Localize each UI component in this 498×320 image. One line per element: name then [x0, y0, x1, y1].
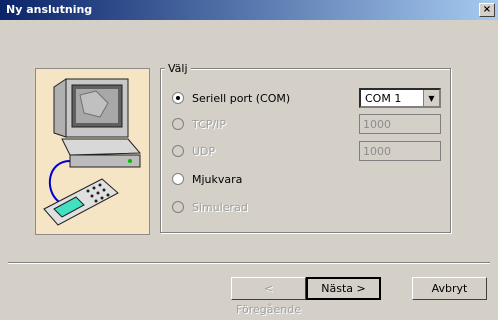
chevron-down-icon[interactable]: ▼	[423, 90, 439, 106]
separator	[8, 262, 490, 264]
option-serial-port-label: Seriell port (COM)	[192, 91, 291, 105]
group-label: Välj	[165, 62, 191, 75]
com-port-value: COM 1	[365, 92, 402, 105]
cancel-button[interactable]: Avbryt	[412, 277, 487, 300]
option-mjukvara[interactable]: Mjukvara	[172, 171, 242, 187]
option-udp[interactable]: UDP	[172, 143, 215, 159]
option-simulerad[interactable]: Simulerad	[172, 199, 248, 215]
option-udp-label: UDP	[192, 144, 216, 158]
tcp-port-field[interactable]: 1000	[359, 114, 441, 134]
next-button[interactable]: Nästa >	[306, 277, 381, 300]
option-mjukvara-label: Mjukvara	[192, 172, 243, 186]
computer-illustration	[35, 68, 150, 235]
radio-simulerad[interactable]	[172, 201, 184, 213]
computer-remote-icon	[43, 78, 142, 226]
radio-serial-port[interactable]	[172, 92, 184, 104]
option-simulerad-label: Simulerad	[192, 200, 248, 214]
option-tcp-ip[interactable]: TCP/IP	[172, 116, 226, 132]
title-bar[interactable]: Ny anslutning ×	[0, 0, 498, 20]
radio-tcp-ip[interactable]	[172, 118, 184, 130]
back-button[interactable]: < Föregående	[231, 277, 306, 316]
option-serial-port[interactable]: Seriell port (COM)	[172, 90, 290, 106]
close-button[interactable]: ×	[479, 3, 495, 17]
new-connection-dialog: Ny anslutning × Välj Seriell port (COM) …	[0, 0, 498, 316]
radio-mjukvara[interactable]	[172, 173, 184, 185]
udp-port-field[interactable]: 1000	[359, 141, 441, 161]
com-port-select[interactable]: COM 1 ▼	[359, 88, 441, 108]
radio-udp[interactable]	[172, 145, 184, 157]
window-title: Ny anslutning	[6, 3, 93, 16]
option-tcp-ip-label: TCP/IP	[192, 117, 226, 131]
